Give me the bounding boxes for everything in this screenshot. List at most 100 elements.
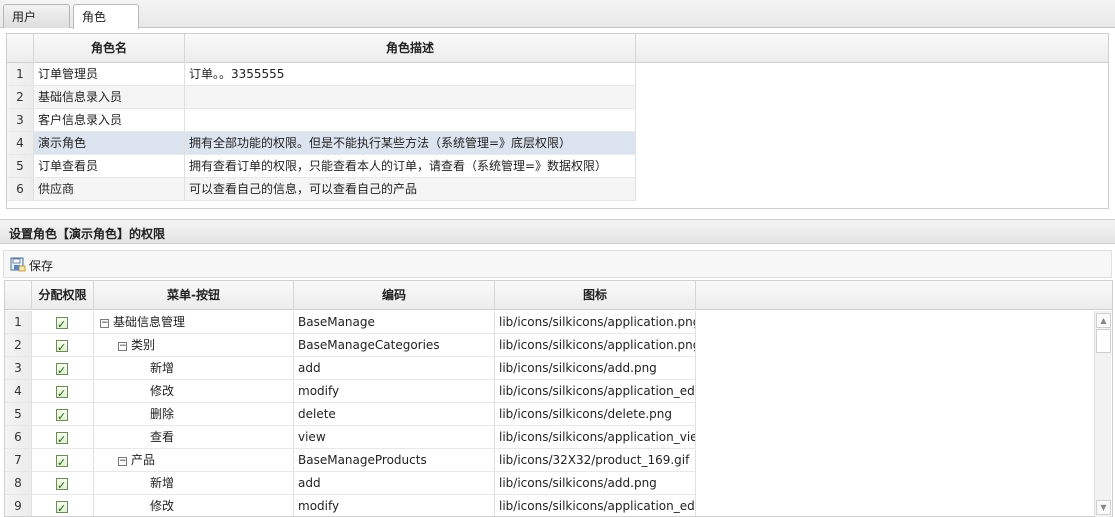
collapse-icon[interactable]: −: [118, 457, 127, 466]
icon-cell: lib/icons/silkicons/add.png: [495, 472, 696, 495]
assign-cell: [32, 357, 94, 380]
code-cell: add: [294, 357, 495, 380]
row-number-header: [7, 34, 34, 63]
role-name: 订单查看员: [34, 155, 185, 178]
vertical-scrollbar[interactable]: ▲ ▼: [1094, 311, 1111, 517]
row-number: 2: [5, 334, 32, 357]
toolbar: 保存: [3, 250, 1112, 278]
checkbox[interactable]: [56, 336, 68, 356]
row-number: 6: [7, 178, 34, 201]
save-label: 保存: [29, 258, 54, 273]
menu-cell: 新增: [94, 357, 294, 380]
code-cell: modify: [294, 495, 495, 516]
row-number: 4: [7, 132, 34, 155]
row-number: 9: [5, 495, 32, 516]
role-name: 基础信息录入员: [34, 86, 185, 109]
checkbox[interactable]: [56, 451, 68, 471]
role-desc: 拥有查看订单的权限，只能查看本人的订单，请查看（系统管理=》数据权限）: [185, 155, 636, 178]
row-number: 4: [5, 380, 32, 403]
checkbox[interactable]: [56, 359, 68, 379]
panel-title: 设置角色【演示角色】的权限: [0, 219, 1115, 244]
row-number: 7: [5, 449, 32, 472]
row-number: 8: [5, 472, 32, 495]
menu-cell: 修改: [94, 495, 294, 516]
row-number-header: [5, 281, 32, 310]
menu-label: 类别: [131, 338, 156, 352]
save-button[interactable]: 保存: [10, 255, 53, 275]
icon-cell: lib/icons/silkicons/application_ed: [495, 495, 696, 516]
checkbox[interactable]: [56, 497, 68, 516]
row-number: 1: [5, 311, 32, 334]
assign-header[interactable]: 分配权限: [32, 281, 94, 310]
permissions-grid: 分配权限 菜单-按钮 编码 图标 1 −基础信息管理 BaseManage li…: [4, 280, 1113, 517]
role-desc: 拥有全部功能的权限。但是不能执行某些方法（系统管理=》底层权限）: [185, 132, 636, 155]
icon-cell: lib/icons/32X32/product_169.gif: [495, 449, 696, 472]
menu-cell: − 类别: [94, 334, 294, 357]
row-number: 2: [7, 86, 34, 109]
tab-users[interactable]: 用户: [3, 4, 70, 28]
role-desc: [185, 109, 636, 132]
assign-cell: [32, 311, 94, 334]
assign-cell: [32, 334, 94, 357]
role-desc-header[interactable]: 角色描述: [185, 34, 636, 63]
row-number: 6: [5, 426, 32, 449]
role-desc: 订单。。3355555: [185, 63, 636, 86]
menu-label: 产品: [131, 453, 156, 467]
icon-cell: lib/icons/silkicons/add.png: [495, 357, 696, 380]
icon-cell: lib/icons/silkicons/application_vie: [495, 426, 696, 449]
code-cell: view: [294, 426, 495, 449]
code-cell: BaseManageProducts: [294, 449, 495, 472]
checkbox[interactable]: [56, 474, 68, 494]
save-icon: [10, 256, 26, 275]
icon-cell: lib/icons/silkicons/delete.png: [495, 403, 696, 426]
menu-cell: − 产品: [94, 449, 294, 472]
role-desc: [185, 86, 636, 109]
scroll-thumb[interactable]: [1096, 329, 1111, 353]
row-number: 3: [5, 357, 32, 380]
assign-cell: [32, 472, 94, 495]
collapse-icon[interactable]: −: [118, 342, 127, 351]
checkbox[interactable]: [56, 382, 68, 402]
code-cell: add: [294, 472, 495, 495]
roles-grid: 角色名 角色描述 1 订单管理员 订单。。3355555 2 基础信息录入员 3…: [6, 33, 1109, 209]
menu-cell: 新增: [94, 472, 294, 495]
assign-cell: [32, 495, 94, 516]
code-cell: delete: [294, 403, 495, 426]
icon-header[interactable]: 图标: [495, 281, 696, 310]
row-number: 1: [7, 63, 34, 86]
menu-cell: 修改: [94, 380, 294, 403]
code-header[interactable]: 编码: [294, 281, 495, 310]
role-name: 客户信息录入员: [34, 109, 185, 132]
role-name: 供应商: [34, 178, 185, 201]
tab-strip: 用户 角色: [0, 0, 1115, 29]
scroll-up-icon[interactable]: ▲: [1096, 313, 1111, 328]
permissions-grid-header: 分配权限 菜单-按钮 编码 图标: [5, 281, 1112, 310]
menu-header[interactable]: 菜单-按钮: [94, 281, 294, 310]
tab-roles[interactable]: 角色: [73, 4, 139, 29]
code-cell: modify: [294, 380, 495, 403]
role-name: 演示角色: [34, 132, 185, 155]
checkbox[interactable]: [56, 405, 68, 425]
row-number: 5: [5, 403, 32, 426]
checkbox[interactable]: [56, 313, 68, 333]
row-number: 5: [7, 155, 34, 178]
menu-cell: 删除: [94, 403, 294, 426]
collapse-icon[interactable]: −: [100, 319, 109, 328]
menu-cell: − 基础信息管理: [94, 311, 294, 334]
assign-cell: [32, 449, 94, 472]
icon-cell: lib/icons/silkicons/application.png: [495, 334, 696, 357]
assign-cell: [32, 426, 94, 449]
code-cell: BaseManage: [294, 311, 495, 334]
assign-cell: [32, 380, 94, 403]
assign-cell: [32, 403, 94, 426]
scroll-down-icon[interactable]: ▼: [1096, 500, 1111, 515]
role-name: 订单管理员: [34, 63, 185, 86]
role-name-header[interactable]: 角色名: [34, 34, 185, 63]
row-number: 3: [7, 109, 34, 132]
checkbox[interactable]: [56, 428, 68, 448]
icon-cell: lib/icons/silkicons/application.png: [495, 311, 696, 334]
roles-grid-header: 角色名 角色描述: [7, 34, 1108, 63]
role-desc: 可以查看自己的信息，可以查看自己的产品: [185, 178, 636, 201]
menu-cell: 查看: [94, 426, 294, 449]
code-cell: BaseManageCategories: [294, 334, 495, 357]
